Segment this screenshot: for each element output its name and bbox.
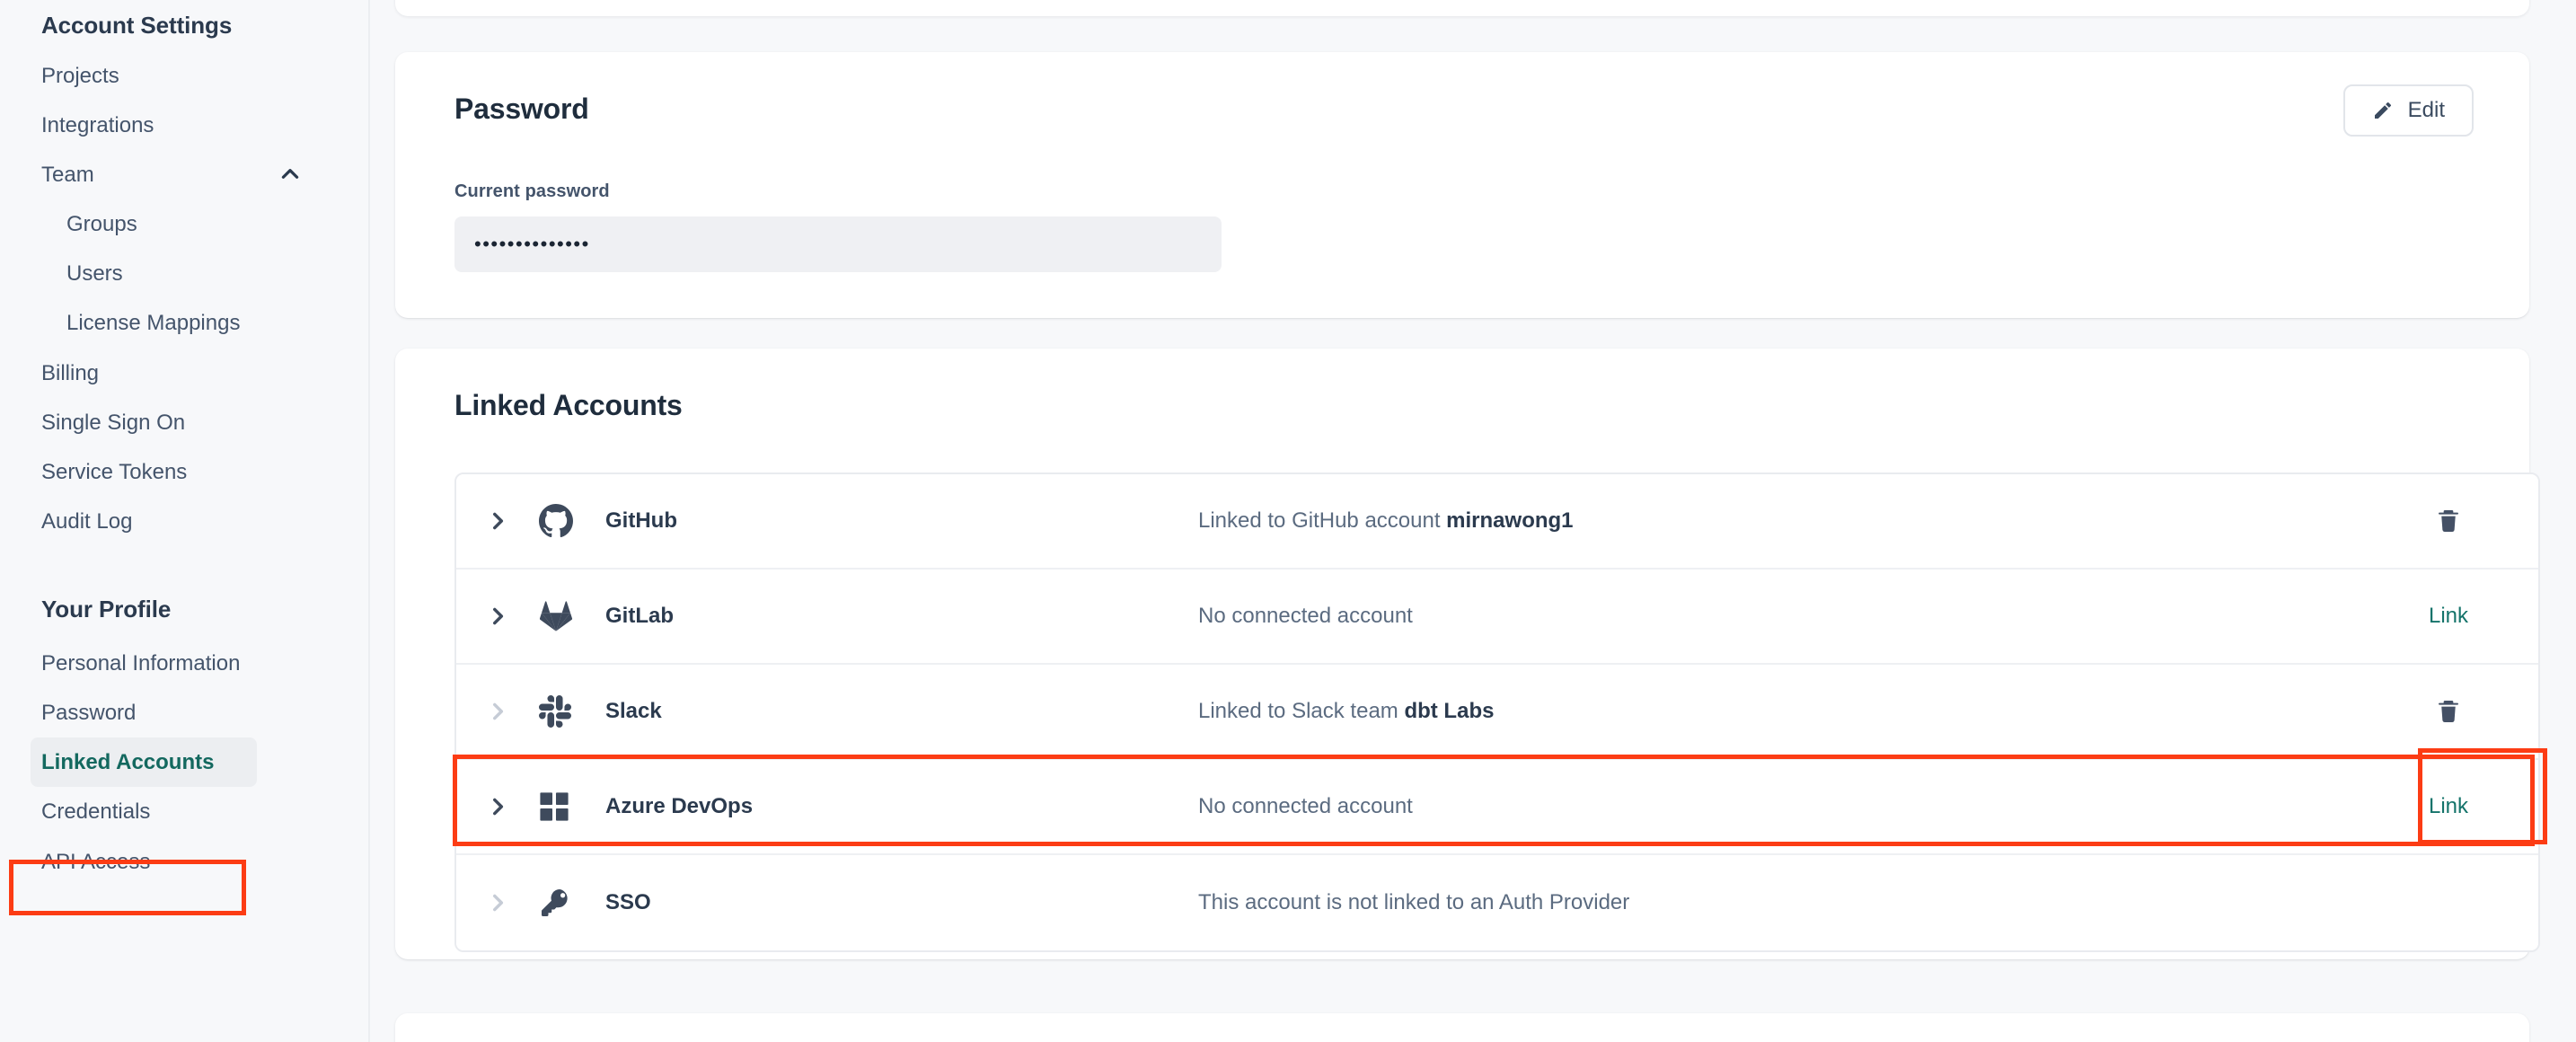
sidebar-item-service-tokens[interactable]: Service Tokens	[41, 447, 341, 497]
sidebar-profile-nav: Personal Information Password Linked Accou…	[41, 639, 341, 887]
account-settings-page: Account Settings Projects Integrations Tea…	[0, 0, 2576, 1042]
linked-account-action-cell	[2359, 697, 2538, 726]
status-text: Linked to Slack team	[1198, 699, 1404, 723]
linked-account-row: GitHubLinked to GitHub account mirnawong…	[456, 474, 2538, 570]
chevron-right-icon	[456, 891, 539, 914]
link-account-button[interactable]: Link	[2429, 794, 2468, 819]
linked-account-row: Azure DevOpsNo connected account Link	[456, 760, 2538, 855]
sidebar-item-label: Groups	[66, 210, 137, 238]
linked-account-status: No connected account	[1198, 604, 2359, 629]
linked-account-row: GitLabNo connected account Link	[456, 570, 2538, 665]
key-icon	[539, 887, 605, 919]
trash-icon[interactable]	[2434, 697, 2463, 726]
edit-button-label: Edit	[2408, 98, 2445, 123]
sidebar-item-users[interactable]: Users	[41, 249, 341, 298]
status-account-name: mirnawong1	[1446, 508, 1573, 533]
sidebar-item-label: Billing	[41, 359, 99, 387]
sidebar-item-label: Personal Information	[41, 649, 240, 677]
sidebar-item-billing[interactable]: Billing	[41, 349, 341, 398]
sidebar-item-label: Credentials	[41, 798, 150, 826]
linked-account-name: GitHub	[605, 508, 1198, 534]
sidebar-heading-your-profile: Your Profile	[41, 546, 341, 639]
linked-account-row: SSOThis account is not linked to an Auth…	[456, 855, 2538, 950]
sidebar-item-label: Password	[41, 699, 136, 727]
sidebar-item-label: Audit Log	[41, 508, 132, 535]
sidebar-item-label: Single Sign On	[41, 409, 185, 437]
sidebar-item-api-access[interactable]: API Access	[41, 837, 341, 887]
linked-accounts-card-title: Linked Accounts	[454, 388, 2470, 422]
card-below-cutoff	[395, 1013, 2529, 1042]
linked-account-name: GitLab	[605, 604, 1198, 629]
status-text: Linked to GitHub account	[1198, 508, 1446, 533]
azure-devops-icon	[539, 791, 605, 822]
linked-account-action-cell	[2359, 507, 2538, 535]
linked-account-name: Slack	[605, 699, 1198, 724]
chevron-right-icon[interactable]	[456, 795, 539, 818]
edit-password-button[interactable]: Edit	[2343, 84, 2474, 137]
chevron-right-icon	[456, 700, 539, 723]
sidebar-item-personal-information[interactable]: Personal Information	[41, 639, 341, 688]
sidebar-item-credentials[interactable]: Credentials	[41, 787, 341, 836]
sidebar-account-nav: Projects Integrations Team Groups Users Licen…	[41, 51, 341, 547]
sidebar-item-label: Projects	[41, 62, 119, 90]
linked-accounts-table: GitHubLinked to GitHub account mirnawong…	[454, 472, 2540, 952]
linked-account-row: SlackLinked to Slack team dbt Labs	[456, 665, 2538, 760]
sidebar-item-single-sign-on[interactable]: Single Sign On	[41, 398, 341, 447]
status-text: This account is not linked to an Auth Pr…	[1198, 890, 1629, 914]
linked-account-name: SSO	[605, 890, 1198, 915]
sidebar-item-team[interactable]: Team	[41, 150, 341, 199]
sidebar-item-audit-log[interactable]: Audit Log	[41, 497, 341, 546]
github-icon	[539, 504, 605, 538]
linked-account-status: Linked to Slack team dbt Labs	[1198, 699, 2359, 724]
linked-account-name: Azure DevOps	[605, 794, 1198, 819]
sidebar-item-integrations[interactable]: Integrations	[41, 101, 341, 150]
sidebar-item-password[interactable]: Password	[41, 688, 341, 737]
settings-sidebar: Account Settings Projects Integrations Tea…	[0, 0, 370, 1042]
sidebar-item-label: Service Tokens	[41, 458, 187, 486]
link-account-button[interactable]: Link	[2429, 604, 2468, 629]
status-text: No connected account	[1198, 604, 1413, 628]
pencil-icon	[2372, 100, 2394, 121]
chevron-right-icon[interactable]	[456, 509, 539, 533]
sidebar-item-label: Users	[66, 260, 123, 287]
sidebar-heading-account-settings: Account Settings	[41, 0, 341, 51]
sidebar-item-label: Team	[41, 161, 94, 189]
linked-account-status: Linked to GitHub account mirnawong1	[1198, 508, 2359, 534]
card-above-cutoff	[395, 0, 2529, 16]
linked-accounts-card: Linked Accounts GitHubLinked to GitHub a…	[395, 349, 2529, 959]
sidebar-item-label: License Mappings	[66, 309, 240, 337]
status-text: No connected account	[1198, 794, 1413, 818]
sidebar-item-label: API Access	[41, 848, 150, 876]
current-password-label: Current password	[454, 181, 2470, 202]
gitlab-icon	[539, 599, 605, 633]
sidebar-item-label: Integrations	[41, 111, 154, 139]
linked-account-status: This account is not linked to an Auth Pr…	[1198, 890, 2359, 915]
sidebar-item-groups[interactable]: Groups	[41, 199, 341, 249]
trash-icon[interactable]	[2434, 507, 2463, 535]
linked-account-status: No connected account	[1198, 794, 2359, 819]
sidebar-item-linked-accounts[interactable]: Linked Accounts	[31, 737, 257, 787]
current-password-input[interactable]: ••••••••••••••	[454, 216, 1222, 272]
sidebar-item-license-mappings[interactable]: License Mappings	[41, 298, 341, 348]
sidebar-item-projects[interactable]: Projects	[41, 51, 341, 101]
slack-icon	[539, 695, 605, 728]
main-content: Password Edit Current password •••••••••…	[370, 0, 2576, 1042]
linked-account-action-cell: Link	[2359, 604, 2538, 629]
sidebar-item-label: Linked Accounts	[41, 748, 214, 776]
chevron-right-icon[interactable]	[456, 605, 539, 628]
password-card-title: Password	[454, 92, 589, 126]
chevron-up-icon[interactable]	[278, 163, 302, 186]
linked-account-action-cell: Link	[2359, 794, 2538, 819]
password-card: Password Edit Current password •••••••••…	[395, 52, 2529, 318]
status-account-name: dbt Labs	[1404, 699, 1494, 723]
